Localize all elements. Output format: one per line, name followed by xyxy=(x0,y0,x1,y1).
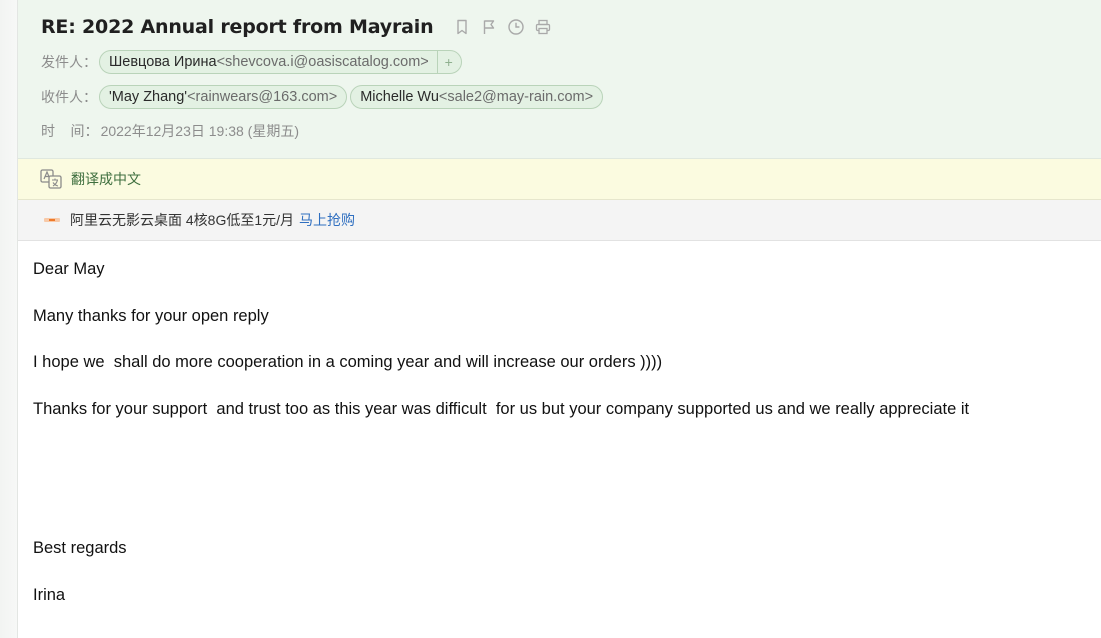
recipient-chip[interactable]: Michelle Wu <sale2@may-rain.com> xyxy=(350,85,604,109)
to-label: 收件人： xyxy=(41,89,97,105)
body-paragraph: I hope we shall do more cooperation in a… xyxy=(33,353,663,371)
body-closing: Best regards xyxy=(33,539,127,557)
ad-buy-link[interactable]: 马上抢购 xyxy=(299,210,355,230)
email-subject: RE: 2022 Annual report from Mayrain xyxy=(41,16,434,38)
ad-text: 阿里云无影云桌面 4核8G低至1元/月 xyxy=(70,212,295,228)
translate-icon xyxy=(40,169,62,189)
recipient-address: <sale2@may-rain.com> xyxy=(438,89,594,105)
sender-name: Шевцова Ирина xyxy=(109,54,217,70)
left-rail xyxy=(0,0,18,638)
sent-time: 2022年12月23日 19:38 (星期五) xyxy=(100,123,299,139)
to-row: 收件人： 'May Zhang' <rainwears@163.com> Mich… xyxy=(41,84,606,110)
subject-row: RE: 2022 Annual report from Mayrain xyxy=(41,12,552,42)
body-paragraph: Many thanks for your open reply xyxy=(33,307,269,325)
sender-address: <shevcova.i@oasiscatalog.com> xyxy=(216,54,429,70)
from-label: 发件人： xyxy=(41,54,97,70)
recipient-chip[interactable]: 'May Zhang' <rainwears@163.com> xyxy=(99,85,348,109)
ad-icon xyxy=(44,218,60,222)
clock-icon[interactable] xyxy=(507,18,525,36)
header-tools xyxy=(453,18,552,36)
email-header: RE: 2022 Annual report from Mayrain 发件人：… xyxy=(18,0,1101,159)
body-signature: Irina xyxy=(33,586,66,604)
recipient-name: 'May Zhang' xyxy=(109,89,188,105)
body-greeting: Dear May xyxy=(33,260,105,278)
flag-icon[interactable] xyxy=(480,18,498,36)
print-icon[interactable] xyxy=(534,18,552,36)
ad-bar: 阿里云无影云桌面 4核8G低至1元/月 马上抢购 xyxy=(18,200,1101,241)
sender-chip[interactable]: Шевцова Ирина <shevcova.i@oasiscatalog.co… xyxy=(99,50,462,74)
translate-link[interactable]: 翻译成中文 xyxy=(71,169,141,189)
add-contact-button[interactable]: + xyxy=(436,51,460,73)
bookmark-icon[interactable] xyxy=(453,18,471,36)
translate-bar[interactable]: 翻译成中文 xyxy=(18,159,1101,200)
recipient-name: Michelle Wu xyxy=(360,89,439,105)
time-row: 时 间： 2022年12月23日 19:38 (星期五) xyxy=(41,118,299,144)
body-paragraph: Thanks for your support and trust too as… xyxy=(33,400,970,418)
from-row: 发件人： Шевцова Ирина <shevcova.i@oasiscatal… xyxy=(41,49,465,75)
recipient-address: <rainwears@163.com> xyxy=(187,89,338,105)
time-label: 时 间： xyxy=(41,123,99,139)
